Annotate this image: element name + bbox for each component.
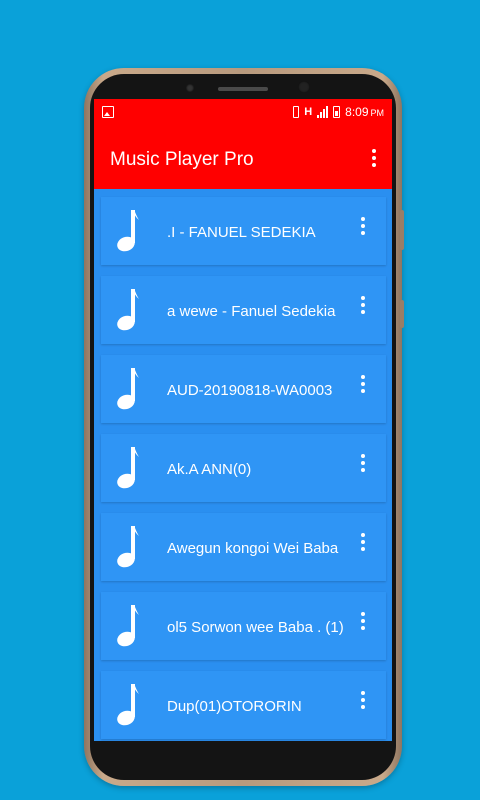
music-note-icon	[117, 526, 139, 568]
song-title: Ak.A ANN(0)	[167, 461, 252, 478]
more-vert-icon[interactable]	[361, 217, 365, 235]
song-item[interactable]: a wewe - Fanuel Sedekia	[101, 276, 386, 344]
music-note-icon	[117, 289, 139, 331]
network-type: H	[304, 106, 313, 118]
clock: 8:09 PM	[345, 105, 384, 119]
status-indicators: H 8:09 PM	[293, 105, 384, 119]
song-item[interactable]: .I - FANUEL SEDEKIA	[101, 197, 386, 265]
clock-ampm: PM	[370, 108, 385, 118]
app-title: Music Player Pro	[110, 149, 254, 170]
music-note-icon	[117, 684, 139, 726]
proximity-sensor	[186, 84, 194, 92]
power-button	[400, 300, 404, 328]
song-item[interactable]: ol5 Sorwon wee Baba . (1)	[101, 592, 386, 660]
more-vert-icon[interactable]	[372, 149, 376, 167]
song-title: a wewe - Fanuel Sedekia	[167, 303, 336, 320]
song-item[interactable]: Ak.A ANN(0)	[101, 434, 386, 502]
more-vert-icon[interactable]	[361, 691, 365, 709]
song-title: .I - FANUEL SEDEKIA	[167, 224, 316, 241]
more-vert-icon[interactable]	[361, 454, 365, 472]
song-list[interactable]: .I - FANUEL SEDEKIA a wewe - Fanuel Sede…	[94, 189, 392, 741]
signal-icon	[317, 106, 329, 118]
song-item[interactable]: AUD-20190818-WA0003	[101, 355, 386, 423]
vibrate-icon	[293, 106, 300, 118]
more-vert-icon[interactable]	[361, 296, 365, 314]
battery-icon	[333, 106, 341, 118]
earpiece-speaker	[218, 87, 268, 91]
song-title: ol5 Sorwon wee Baba . (1)	[167, 619, 344, 636]
more-vert-icon[interactable]	[361, 612, 365, 630]
music-note-icon	[117, 210, 139, 252]
song-item[interactable]: Awegun kongoi Wei Baba	[101, 513, 386, 581]
song-title: Awegun kongoi Wei Baba	[167, 540, 339, 557]
volume-button	[400, 210, 404, 250]
song-item[interactable]: Dup(01)OTORORIN	[101, 671, 386, 739]
status-bar: H 8:09 PM	[94, 99, 392, 127]
app-bar: Music Player Pro	[94, 127, 392, 189]
image-notification-icon	[102, 106, 114, 118]
song-title: Dup(01)OTORORIN	[167, 698, 302, 715]
song-title: AUD-20190818-WA0003	[167, 382, 333, 399]
music-note-icon	[117, 447, 139, 489]
music-note-icon	[117, 368, 139, 410]
more-vert-icon[interactable]	[361, 533, 365, 551]
clock-time: 8:09	[345, 105, 369, 119]
music-note-icon	[117, 605, 139, 647]
front-camera	[298, 81, 310, 93]
app-screen: H 8:09 PM Music Player Pro .I - FANUEL SE…	[94, 99, 392, 741]
more-vert-icon[interactable]	[361, 375, 365, 393]
